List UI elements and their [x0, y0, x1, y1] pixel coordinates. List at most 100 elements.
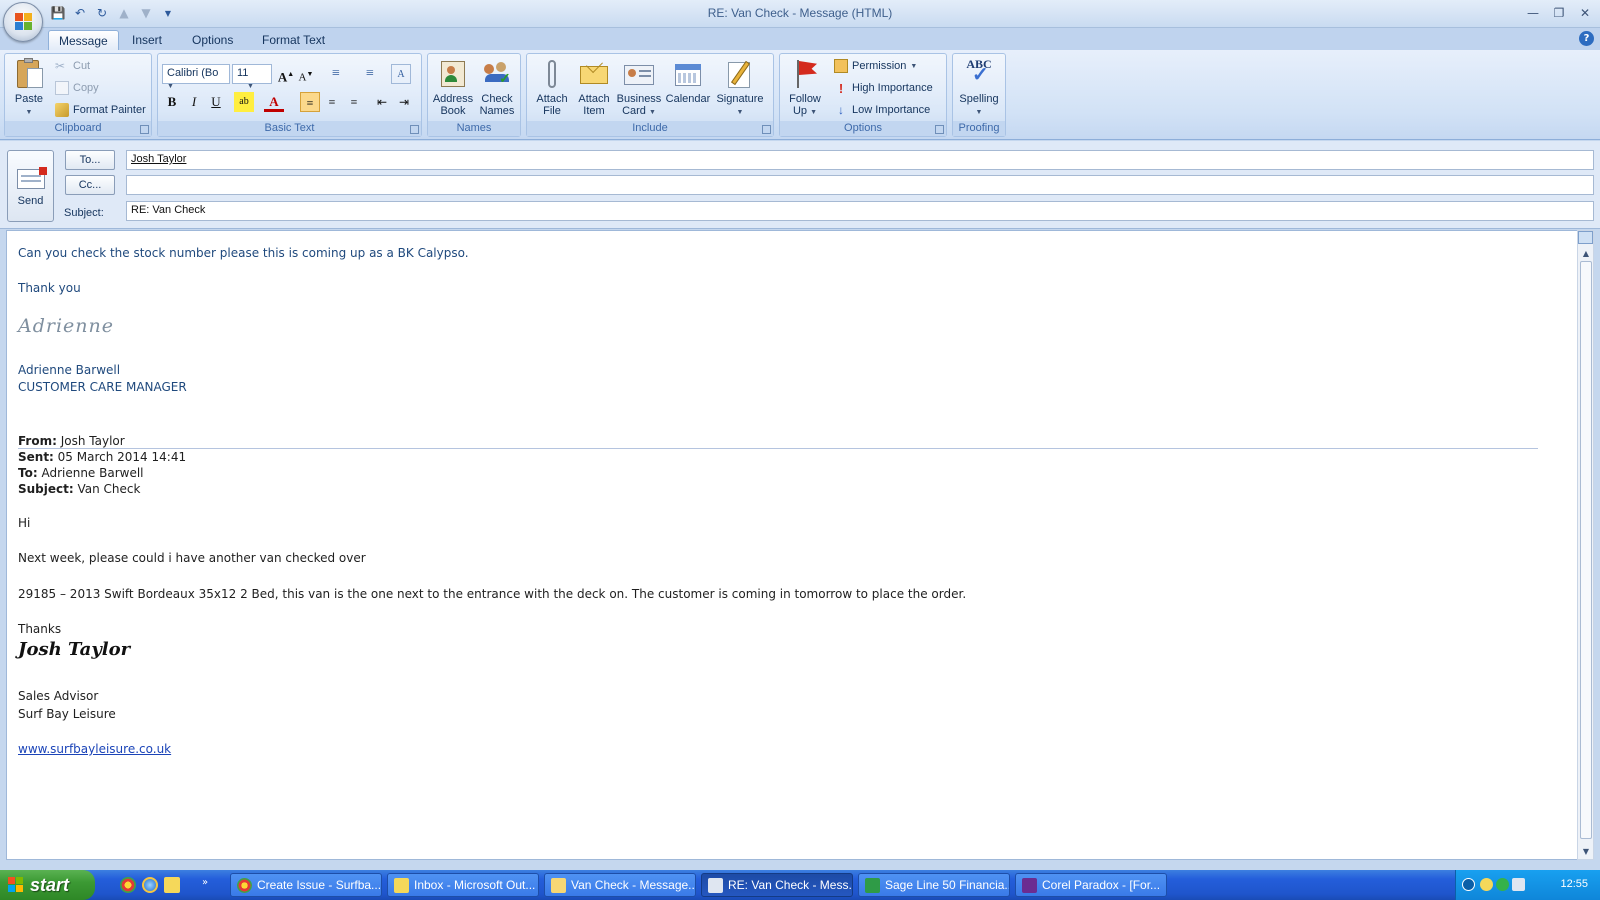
flag-icon [789, 58, 821, 90]
quoted-sent: Sent: 05 March 2014 14:41 [18, 450, 186, 464]
internet-explorer-icon[interactable] [142, 877, 158, 893]
numbering-icon[interactable]: ≡ [360, 64, 380, 84]
low-importance-label: Low Importance [852, 104, 931, 116]
attach-file-button[interactable]: Attach File [530, 56, 574, 120]
increase-indent-icon[interactable]: ⇥ [394, 92, 414, 112]
high-importance-button[interactable]: ! High Importance [834, 78, 933, 98]
cc-field[interactable] [126, 175, 1594, 195]
grow-font-icon[interactable]: A▲ [276, 64, 296, 84]
italic-button[interactable]: I [184, 92, 204, 112]
quoted-signature-title: Sales Advisor [18, 689, 99, 703]
to-field[interactable]: Josh Taylor [126, 150, 1594, 170]
include-launcher-icon[interactable] [762, 125, 771, 134]
font-name-select[interactable]: Calibri (Bo ▼ [162, 64, 230, 90]
scroll-thumb[interactable] [1580, 261, 1592, 839]
subject-field[interactable]: RE: Van Check [126, 201, 1594, 221]
quoted-subject-label: Subject: [18, 482, 74, 496]
tab-options[interactable]: Options [182, 30, 243, 50]
tray-outlook-icon[interactable] [1480, 878, 1493, 891]
tray-expand-icon[interactable] [1462, 878, 1475, 891]
tab-message[interactable]: Message [48, 30, 119, 50]
message-body[interactable]: Can you check the stock number please th… [6, 230, 1578, 860]
check-names-label-2: Names [479, 105, 515, 117]
cc-button[interactable]: Cc... [65, 175, 115, 195]
copy-button[interactable]: Copy [55, 78, 99, 98]
tray-security-icon[interactable] [1496, 878, 1509, 891]
task-sage[interactable]: Sage Line 50 Financia... [858, 873, 1010, 897]
scroll-down-icon[interactable]: ▼ [1581, 847, 1591, 857]
task-label: Van Check - Message... [571, 878, 696, 892]
quoted-from: From: Josh Taylor [18, 434, 125, 448]
format-painter-button[interactable]: Format Painter [55, 100, 146, 120]
names-group: Address Book ✓ Check Names Names [427, 53, 521, 137]
task-re-van-check[interactable]: RE: Van Check - Mess... [701, 873, 853, 897]
task-corel-paradox[interactable]: Corel Paradox - [For... [1015, 873, 1167, 897]
vertical-scrollbar[interactable]: ▲ ▼ [1577, 230, 1594, 860]
attach-item-button[interactable]: Attach Item [572, 56, 616, 120]
close-icon[interactable]: ✕ [1574, 4, 1596, 22]
underline-button[interactable]: U [206, 92, 226, 112]
clipboard-launcher-icon[interactable] [140, 125, 149, 134]
window-title: RE: Van Check - Message (HTML) [707, 6, 893, 20]
signature-button[interactable]: Signature ▼ [714, 56, 766, 120]
align-right-icon[interactable]: ≡ [344, 92, 364, 112]
signature-script-adrienne: Adrienne [18, 315, 115, 337]
quoted-paragraph-2: 29185 – 2013 Swift Bordeaux 35x12 2 Bed,… [18, 587, 967, 601]
send-button[interactable]: Send [7, 150, 54, 222]
outlook-quicklaunch-icon[interactable] [164, 877, 180, 893]
ribbon-tabs: Message Insert Options Format Text ? [0, 28, 1600, 50]
help-icon[interactable]: ? [1579, 31, 1594, 46]
permission-label: Permission [852, 60, 907, 72]
website-link[interactable]: www.surfbayleisure.co.uk [18, 742, 171, 756]
paste-button[interactable]: Paste ▼ [8, 56, 50, 120]
chrome-icon[interactable] [120, 877, 136, 893]
font-size-value: 11 [237, 67, 249, 79]
copy-icon [55, 81, 69, 95]
task-create-issue[interactable]: Create Issue - Surfba... [230, 873, 382, 897]
basic-text-launcher-icon[interactable] [410, 125, 419, 134]
follow-up-label: Follow [789, 93, 821, 105]
minimize-icon[interactable]: — [1522, 4, 1544, 22]
bullets-icon[interactable]: ≡ [326, 64, 346, 84]
options-launcher-icon[interactable] [935, 125, 944, 134]
task-inbox[interactable]: Inbox - Microsoft Out... [387, 873, 539, 897]
cut-button[interactable]: ✂ Cut [55, 56, 90, 76]
tab-insert[interactable]: Insert [122, 30, 172, 50]
business-card-button[interactable]: Business Card ▼ [616, 56, 662, 120]
taskbar-clock[interactable]: 12:55 [1560, 878, 1588, 890]
font-color-icon[interactable]: A [264, 92, 284, 112]
signature-name: Adrienne Barwell [18, 363, 121, 377]
office-button[interactable] [3, 2, 43, 42]
follow-up-label-2: Up [792, 105, 808, 117]
decrease-indent-icon[interactable]: ⇤ [372, 92, 392, 112]
view-ruler-icon[interactable] [1578, 231, 1593, 244]
taskbar: start » Create Issue - Surfba... Inbox -… [0, 870, 1600, 900]
start-button[interactable]: start [0, 870, 95, 900]
check-names-button[interactable]: ✓ Check Names [475, 56, 519, 120]
highlight-icon[interactable]: ab [234, 92, 254, 112]
styles-icon[interactable]: A [391, 64, 411, 84]
tray-network-icon[interactable] [1512, 878, 1525, 891]
body-thank-you: Thank you [18, 281, 81, 295]
address-book-button[interactable]: Address Book [431, 56, 475, 120]
to-button[interactable]: To... [65, 150, 115, 170]
font-size-select[interactable]: 11 ▼ [232, 64, 272, 90]
address-book-icon [437, 58, 469, 90]
restore-icon[interactable]: ❐ [1548, 4, 1570, 22]
ribbon: Paste ▼ ✂ Cut Copy Format Painter Clipboa… [0, 50, 1600, 140]
bold-button[interactable]: B [162, 92, 182, 112]
quoted-signature-company: Surf Bay Leisure [18, 707, 116, 721]
align-center-icon[interactable]: ≡ [322, 92, 342, 112]
scroll-up-icon[interactable]: ▲ [1581, 249, 1591, 259]
follow-up-button[interactable]: Follow Up ▼ [783, 56, 827, 120]
low-importance-button[interactable]: ↓ Low Importance [834, 100, 930, 120]
exclamation-icon: ! [838, 81, 844, 96]
align-left-icon[interactable]: ≡ [300, 92, 320, 112]
quicklaunch-expand-icon[interactable]: » [202, 877, 208, 888]
task-van-check[interactable]: Van Check - Message... [544, 873, 696, 897]
spelling-button[interactable]: ABC ✓ Spelling ▼ [956, 56, 1002, 120]
calendar-button[interactable]: Calendar [664, 56, 712, 120]
shrink-font-icon[interactable]: A▼ [296, 64, 316, 84]
tab-format-text[interactable]: Format Text [252, 30, 335, 50]
permission-button[interactable]: Permission ▼ [834, 56, 917, 76]
